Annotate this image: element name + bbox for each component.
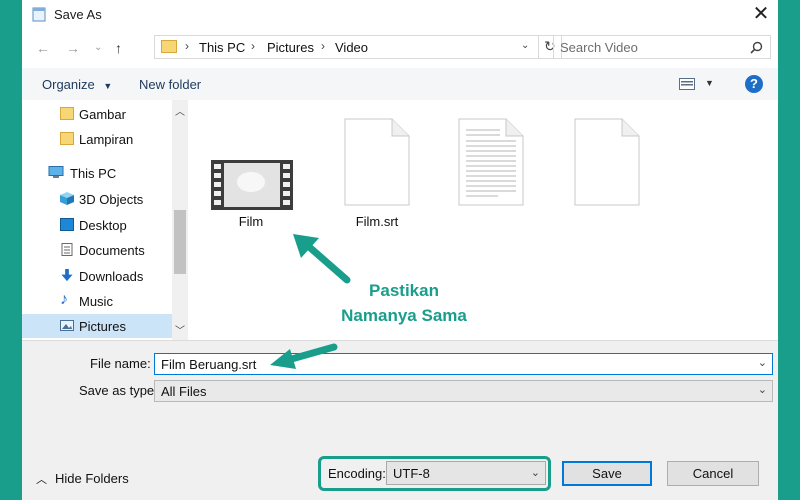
file-item-text-document[interactable] xyxy=(446,108,536,208)
folder-icon xyxy=(60,107,74,120)
annotation-line-1: Pastikan xyxy=(369,281,439,300)
hide-folders-button[interactable]: ︿ Hide Folders xyxy=(36,471,129,487)
encoding-dropdown-icon[interactable]: ⌄ xyxy=(531,466,540,479)
save-as-dialog: Save As ✕ ← → ⌄ ↑ › This PC › Pictures ›… xyxy=(22,0,778,500)
computer-icon xyxy=(48,166,64,178)
hide-folders-label: Hide Folders xyxy=(55,471,129,486)
sidebar-item-label: Desktop xyxy=(79,218,127,233)
address-dropdown-icon[interactable]: ⌄ xyxy=(521,40,529,51)
file-name: Film xyxy=(238,214,264,229)
recent-locations-chevron-icon[interactable]: ⌄ xyxy=(94,42,102,58)
back-arrow-icon[interactable]: ← xyxy=(36,40,50,56)
save-button[interactable]: Save xyxy=(562,461,652,486)
music-note-icon: ♪ xyxy=(60,291,68,308)
breadcrumb-separator-icon: › xyxy=(251,39,255,53)
dropdown-triangle-icon: ▼ xyxy=(103,81,113,91)
sidebar-item-music[interactable]: ♪ Music xyxy=(22,289,192,313)
file-item-film-srt[interactable]: Film.srt xyxy=(332,108,422,238)
folder-icon xyxy=(60,132,74,145)
sidebar-item-label: 3D Objects xyxy=(79,192,144,207)
file-name-value: Film Beruang.srt xyxy=(161,357,257,372)
save-type-select[interactable]: All Files ⌄ xyxy=(154,380,773,402)
file-name-input[interactable]: Film Beruang.srt ⌄ xyxy=(154,353,773,375)
document-icon xyxy=(61,243,73,256)
file-list: Film Film.srt Pastikan Namanya Sama xyxy=(192,100,778,340)
sidebar-item-label: Gambar xyxy=(79,107,126,122)
scrollbar-thumb[interactable] xyxy=(174,210,186,274)
breadcrumb-separator-icon: › xyxy=(185,39,189,53)
navigation-scrollbar[interactable]: ︿ ﹀ xyxy=(172,100,188,340)
search-icon[interactable] xyxy=(750,41,763,54)
sidebar-item-label: Music xyxy=(79,294,113,309)
sidebar-item-desktop[interactable]: Desktop xyxy=(22,213,192,237)
organize-button[interactable]: Organize ▼ xyxy=(42,77,112,92)
annotation-line-2: Namanya Sama xyxy=(341,306,467,325)
forward-arrow-icon[interactable]: → xyxy=(66,40,80,56)
sidebar-item-documents[interactable]: Documents xyxy=(22,238,192,262)
notepad-icon xyxy=(32,7,46,22)
cube-icon xyxy=(60,192,74,205)
text-document-icon xyxy=(458,118,524,206)
close-button[interactable]: ✕ xyxy=(748,2,774,26)
encoding-select[interactable]: UTF-8 ⌄ xyxy=(386,461,546,485)
scroll-up-icon[interactable]: ︿ xyxy=(172,103,188,118)
view-options-icon[interactable] xyxy=(679,78,695,90)
desktop-icon xyxy=(60,218,74,231)
file-item-film[interactable]: Film xyxy=(206,108,296,238)
sidebar-item-this-pc[interactable]: This PC xyxy=(22,161,192,185)
save-options-panel: File name: Film Beruang.srt ⌄ Save as ty… xyxy=(22,340,778,500)
encoding-value: UTF-8 xyxy=(393,466,430,481)
sidebar-item-label: Pictures xyxy=(79,319,126,334)
address-bar[interactable]: › This PC › Pictures › Video ⌄ ↻ xyxy=(154,35,562,59)
window-title: Save As xyxy=(54,7,102,22)
file-item-blank-document[interactable] xyxy=(562,108,652,208)
chevron-up-icon: ︿ xyxy=(36,474,47,486)
file-name-label: File name: xyxy=(90,356,151,371)
save-type-dropdown-icon[interactable]: ⌄ xyxy=(758,383,767,396)
new-folder-button[interactable]: New folder xyxy=(139,77,201,92)
sidebar-item-label: Documents xyxy=(79,243,145,258)
save-type-value: All Files xyxy=(161,384,207,399)
sidebar-item-label: Downloads xyxy=(79,269,144,284)
search-placeholder: Search Video xyxy=(560,40,638,55)
sidebar-item-label: Lampiran xyxy=(79,132,134,147)
download-arrow-icon xyxy=(61,269,73,282)
up-arrow-icon[interactable]: ↑ xyxy=(115,40,122,56)
sidebar-item-pictures[interactable]: Pictures xyxy=(22,314,172,338)
help-button[interactable]: ? xyxy=(745,75,763,93)
view-dropdown-icon[interactable]: ▼ xyxy=(705,78,714,88)
sidebar-item-gambar[interactable]: Gambar xyxy=(22,102,192,126)
picture-icon xyxy=(60,320,74,331)
sidebar-item-label: This PC xyxy=(70,166,117,181)
sidebar-item-downloads[interactable]: Downloads xyxy=(22,264,192,288)
file-name-dropdown-icon[interactable]: ⌄ xyxy=(758,356,767,369)
breadcrumb-separator-icon: › xyxy=(321,39,325,53)
breadcrumb-pictures[interactable]: Pictures xyxy=(267,40,314,55)
folder-icon xyxy=(161,40,177,53)
file-name: Film.srt xyxy=(355,214,399,229)
navigation-pane: Gambar Lampiran This PC 3D Objects Deskt… xyxy=(22,100,192,340)
command-bar: Organize ▼ New folder ▼ ? xyxy=(22,68,778,100)
annotation-arrow-left-icon xyxy=(270,343,338,369)
breadcrumb-this-pc[interactable]: This PC xyxy=(199,40,245,55)
sidebar-item-3d-objects[interactable]: 3D Objects xyxy=(22,187,192,211)
scroll-down-icon[interactable]: ﹀ xyxy=(172,322,188,337)
blank-document-icon xyxy=(344,118,410,206)
organize-label: Organize xyxy=(42,77,95,92)
address-divider xyxy=(538,36,539,58)
sidebar-item-lampiran[interactable]: Lampiran xyxy=(22,127,192,151)
save-type-label: Save as type: xyxy=(79,383,158,398)
video-file-icon xyxy=(211,160,293,210)
cancel-button[interactable]: Cancel xyxy=(667,461,759,486)
blank-document-icon xyxy=(574,118,640,206)
breadcrumb-video[interactable]: Video xyxy=(335,40,368,55)
search-box[interactable]: Search Video xyxy=(553,35,771,59)
encoding-label: Encoding: xyxy=(328,466,386,481)
